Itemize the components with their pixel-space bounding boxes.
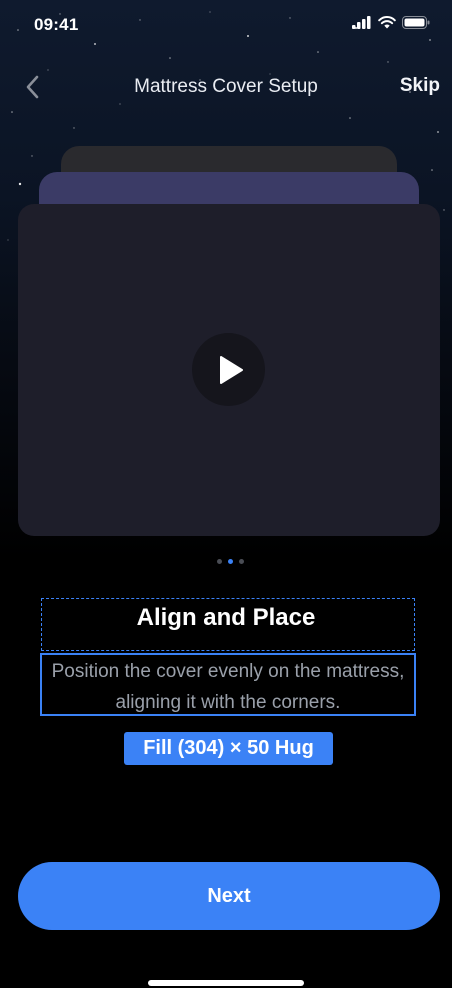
step-description: Position the cover evenly on the mattres… [51,661,405,713]
status-bar: 09:41 [0,0,452,52]
nav-bar: Mattress Cover Setup Skip [0,62,452,112]
carousel-dot[interactable] [217,559,222,564]
status-time: 09:41 [34,15,79,34]
play-button[interactable] [192,333,265,406]
page-title: Mattress Cover Setup [134,76,318,97]
signal-icon [352,16,371,29]
status-icons [352,16,430,29]
skip-button[interactable]: Skip [400,75,440,97]
carousel-dot-active[interactable] [228,559,233,564]
step-title: Align and Place [136,604,316,631]
next-button[interactable]: Next [18,862,440,930]
size-annotation-tag: Fill (304) × 50 Hug [124,732,333,765]
battery-icon [402,16,430,29]
carousel-dot[interactable] [239,559,244,564]
home-indicator [148,980,304,986]
wifi-icon [378,16,396,29]
play-icon [220,356,243,384]
carousel-dots [217,559,244,564]
